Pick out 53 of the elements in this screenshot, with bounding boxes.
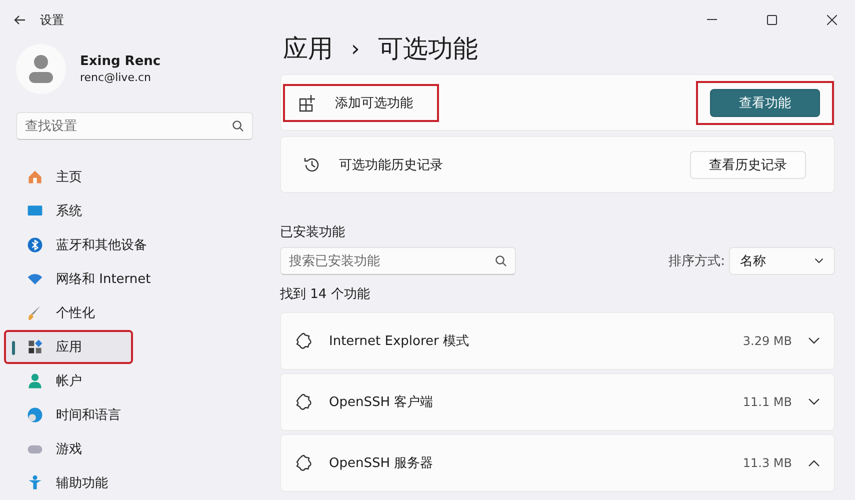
- section-heading: 已安装功能: [280, 224, 346, 241]
- feature-size: 11.1 MB: [742, 395, 792, 409]
- search-field[interactable]: 搜索已安装功能: [280, 247, 516, 275]
- feature-row[interactable]: Internet Explorer 模式 3.29 MB: [280, 312, 835, 370]
- user-email: renc@live.cn: [80, 71, 152, 84]
- sort-label: 排序方式:: [668, 253, 725, 270]
- nav-icon: [26, 168, 44, 186]
- nav-icon: [26, 338, 44, 356]
- nav-item[interactable]: 主页: [4, 160, 253, 194]
- history-icon: [303, 156, 321, 174]
- feature-name: OpenSSH 服务器: [329, 455, 434, 472]
- add-grid-icon: [299, 94, 317, 112]
- close-icon[interactable]: [827, 15, 837, 25]
- feature-row[interactable]: OpenSSH 客户端 11.1 MB: [280, 373, 835, 431]
- search-icon: [232, 120, 244, 132]
- feature-size: 11.3 MB: [742, 456, 792, 470]
- nav-item[interactable]: 应用: [4, 330, 133, 364]
- nav-item[interactable]: 网络和 Internet: [4, 262, 253, 296]
- back-icon[interactable]: [14, 15, 26, 25]
- page-title: 可选功能: [376, 33, 479, 66]
- nav-item[interactable]: 辅助功能: [4, 466, 253, 500]
- feature-size: 3.29 MB: [742, 334, 792, 348]
- card-label: 可选功能历史记录: [339, 156, 443, 174]
- nav-item[interactable]: 时间和语言: [4, 398, 253, 432]
- nav-item[interactable]: 游戏: [4, 432, 253, 466]
- chevron-icon[interactable]: [808, 459, 820, 467]
- search-field[interactable]: 查找设置: [16, 112, 253, 140]
- nav-item[interactable]: 系统: [4, 194, 253, 228]
- nav-item[interactable]: 帐户: [4, 364, 253, 398]
- breadcrumb-separator: ›: [350, 36, 361, 64]
- nav-icon: [26, 406, 44, 424]
- feature-row[interactable]: OpenSSH 服务器 11.3 MB: [280, 434, 835, 492]
- feature-name: Internet Explorer 模式: [329, 333, 470, 350]
- breadcrumb-link[interactable]: 应用: [280, 28, 336, 70]
- minimize-icon[interactable]: [707, 19, 717, 21]
- nav-item[interactable]: 蓝牙和其他设备: [4, 228, 253, 262]
- nav-item[interactable]: 个性化: [4, 296, 253, 330]
- view-history-button[interactable]: 查看历史记录: [690, 150, 806, 178]
- maximize-icon[interactable]: [767, 15, 777, 25]
- window-title: 设置: [40, 12, 64, 28]
- view-features-button[interactable]: 查看功能: [710, 88, 820, 116]
- nav-icon: [26, 236, 44, 254]
- search-icon: [495, 255, 507, 267]
- chevron-icon: [814, 258, 824, 264]
- sort-dropdown[interactable]: 名称: [729, 247, 835, 275]
- feature-name: OpenSSH 客户端: [329, 394, 434, 411]
- chevron-icon[interactable]: [808, 398, 820, 406]
- user-name: Exing Renc: [80, 54, 161, 69]
- avatar: [16, 44, 66, 94]
- result-count: 找到 14 个功能: [280, 286, 371, 303]
- card-label: 添加可选功能: [335, 94, 413, 112]
- nav-icon: [26, 372, 44, 390]
- chevron-icon[interactable]: [808, 337, 820, 345]
